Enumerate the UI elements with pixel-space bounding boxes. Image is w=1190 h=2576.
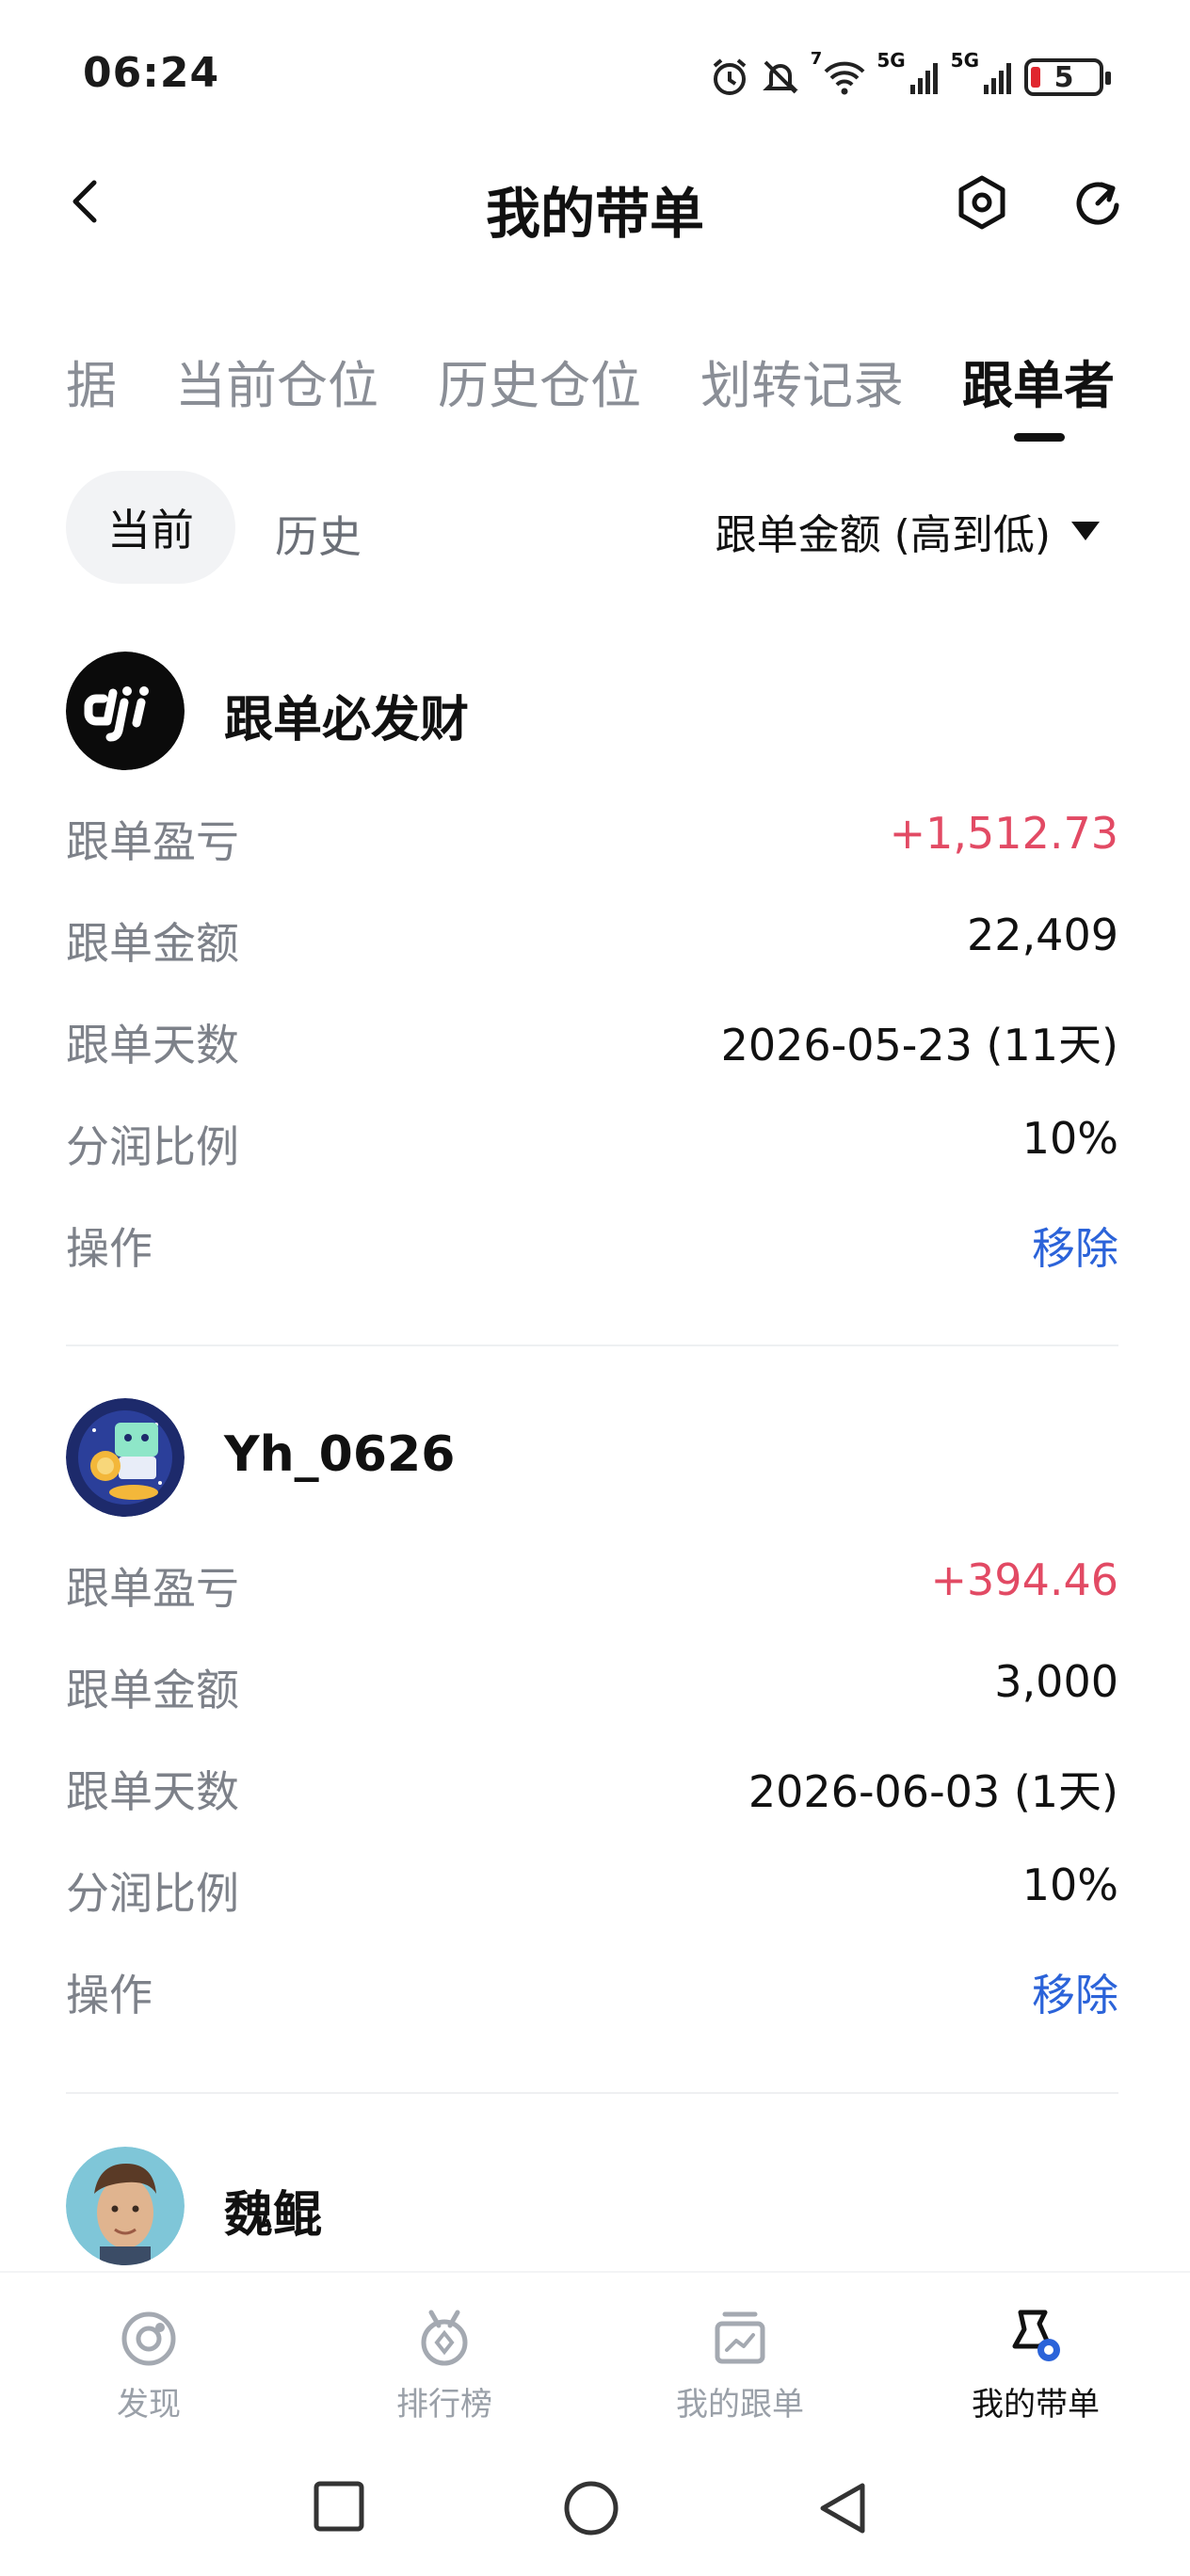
row-label: 分润比例	[66, 1868, 239, 1919]
row-copy-days: 跟单天数 2026-05-23 (11天)	[66, 987, 1118, 1088]
nav-discover[interactable]: 发现	[45, 2307, 252, 2424]
follower-header: 跟单必发财	[66, 652, 1118, 774]
filter-history-button[interactable]: 历史	[275, 503, 362, 565]
share-icon[interactable]	[1069, 173, 1128, 232]
row-action: 操作 移除	[66, 1937, 1118, 2038]
header-bar: 我的带单	[0, 151, 1190, 254]
avatar	[66, 652, 185, 770]
follower-card: 魏鲲	[66, 2147, 1118, 2269]
nav-my-copy[interactable]: 我的跟单	[636, 2307, 844, 2424]
nav-my-lead[interactable]: 我的带单	[932, 2307, 1139, 2424]
follower-card: Yh_0626 跟单盈亏 +394.46 跟单金额 3,000 跟单天数 202…	[66, 1398, 1118, 2038]
ranking-icon	[421, 2310, 468, 2366]
my-lead-icon	[1012, 2310, 1060, 2361]
row-copy-amount: 跟单金额 22,409	[66, 885, 1118, 987]
row-copy-pnl: 跟单盈亏 +1,512.73	[66, 783, 1118, 885]
filter-bar: 当前 历史 跟单金额 (高到低)	[0, 465, 1190, 588]
tab-bar: 据 当前仓位 历史仓位 划转记录 跟单者	[0, 334, 1190, 442]
page-title: 我的带单	[485, 182, 704, 246]
row-copy-amount: 跟单金额 3,000	[66, 1632, 1118, 1733]
home-icon[interactable]	[563, 2480, 619, 2536]
dji-logo-avatar	[66, 652, 185, 770]
row-label: 跟单盈亏	[66, 1563, 239, 1614]
row-label: 跟单天数	[66, 1766, 239, 1817]
wifi-icon	[824, 61, 865, 95]
follower-header: 魏鲲	[66, 2147, 1118, 2269]
avatar	[66, 2147, 185, 2265]
profit-share-value: 10%	[1021, 1860, 1118, 1910]
nav-label: 排行榜	[396, 2386, 492, 2423]
nav-ranking[interactable]: 排行榜	[341, 2307, 548, 2424]
nav-label: 发现	[117, 2386, 181, 2423]
row-label: 跟单金额	[66, 1665, 239, 1715]
divider	[66, 2092, 1118, 2094]
copy-days-value: 2026-06-03 (1天)	[748, 1766, 1118, 1817]
row-label: 跟单金额	[66, 918, 239, 969]
back-triangle-icon[interactable]	[815, 2480, 868, 2536]
signal-icon-1	[909, 63, 938, 94]
network-label-2: 5G	[950, 49, 979, 72]
follower-header: Yh_0626	[66, 1398, 1118, 1521]
row-label: 分润比例	[66, 1121, 239, 1172]
bottom-nav: 发现 排行榜 我的跟单 我的带单	[0, 2271, 1190, 2446]
status-bar: 06:24 7 5G 5G 5	[0, 0, 1190, 141]
portrait-avatar	[66, 2147, 185, 2265]
row-copy-days: 跟单天数 2026-06-03 (1天)	[66, 1733, 1118, 1835]
signal-icon-2	[984, 63, 1011, 94]
row-label: 操作	[66, 1223, 153, 1274]
remove-button[interactable]: 移除	[1032, 1961, 1118, 2023]
follower-card: 跟单必发财 跟单盈亏 +1,512.73 跟单金额 22,409 跟单天数 20…	[66, 652, 1118, 1292]
recent-apps-icon[interactable]	[313, 2480, 365, 2533]
remove-button[interactable]: 移除	[1032, 1215, 1118, 1277]
nav-label: 我的跟单	[676, 2386, 804, 2423]
nav-label: 我的带单	[972, 2386, 1100, 2423]
tab-current-positions[interactable]: 当前仓位	[175, 344, 378, 418]
hexagon-settings-icon[interactable]	[953, 173, 1011, 232]
my-copy-icon	[715, 2311, 765, 2364]
wifi-badge: 7	[810, 49, 823, 69]
row-profit-share: 分润比例 10%	[66, 1835, 1118, 1937]
follower-name: 魏鲲	[224, 2187, 323, 2244]
status-time: 06:24	[83, 49, 220, 97]
follower-name: 跟单必发财	[224, 692, 470, 749]
tab-active-indicator	[1014, 433, 1065, 442]
row-label: 操作	[66, 1970, 153, 2021]
profit-share-value: 10%	[1021, 1113, 1118, 1164]
copy-amount-value: 22,409	[967, 910, 1118, 960]
network-label-1: 5G	[876, 49, 906, 72]
tab-data[interactable]: 据	[66, 344, 117, 418]
caret-down-icon	[1071, 522, 1100, 540]
sort-label: 跟单金额 (高到低)	[715, 511, 1051, 559]
row-profit-share: 分润比例 10%	[66, 1088, 1118, 1190]
copy-days-value: 2026-05-23 (11天)	[720, 1020, 1118, 1071]
copy-amount-value: 3,000	[994, 1656, 1118, 1707]
battery-level: 5	[1053, 60, 1074, 94]
copy-pnl-value: +1,512.73	[889, 808, 1118, 859]
avatar	[66, 1398, 185, 1517]
row-copy-pnl: 跟单盈亏 +394.46	[66, 1530, 1118, 1632]
row-label: 跟单天数	[66, 1020, 239, 1071]
tab-followers[interactable]: 跟单者	[962, 344, 1115, 418]
robot-avatar	[66, 1398, 185, 1517]
tab-history-positions[interactable]: 历史仓位	[438, 344, 641, 418]
mute-bell-icon	[762, 60, 798, 94]
follower-name: Yh_0626	[224, 1426, 456, 1483]
status-icons: 7 5G 5G 5	[709, 49, 1111, 105]
battery-icon: 5	[1024, 58, 1111, 96]
tab-transfer-records[interactable]: 划转记录	[700, 344, 904, 418]
divider	[66, 1344, 1118, 1346]
row-action: 操作 移除	[66, 1190, 1118, 1292]
copy-pnl-value: +394.46	[930, 1554, 1119, 1605]
system-nav-bar	[0, 2448, 1190, 2576]
filter-current-button[interactable]: 当前	[66, 471, 235, 584]
sort-dropdown[interactable]: 跟单金额 (高到低)	[716, 501, 1100, 561]
alarm-icon	[713, 58, 747, 95]
discover-icon	[121, 2311, 176, 2366]
row-label: 跟单盈亏	[66, 816, 239, 867]
